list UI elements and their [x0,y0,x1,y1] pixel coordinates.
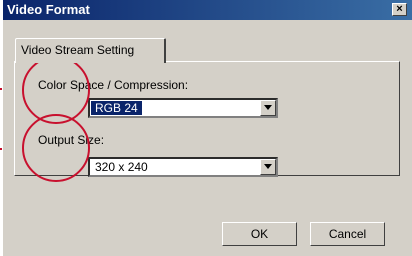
tab-label: Video Stream Setting [21,43,135,57]
color-space-value: RGB 24 [91,101,142,115]
dropdown-button[interactable] [260,159,276,175]
close-button[interactable]: × [392,3,407,16]
dropdown-button[interactable] [260,100,276,116]
dialog-title: Video Format [7,2,90,17]
tab-video-stream-setting[interactable]: Video Stream Setting [15,38,166,63]
output-size-select[interactable]: 320 x 240 [88,157,278,177]
chevron-down-icon [264,164,272,169]
close-icon: × [396,3,403,15]
output-size-value: 320 x 240 [95,160,148,174]
ok-button[interactable]: OK [222,222,297,246]
cancel-button[interactable]: Cancel [310,222,385,246]
highlight-circle-output-size [22,114,90,182]
chevron-down-icon [264,105,272,110]
title-bar[interactable]: Video Format × [3,0,412,20]
color-space-select[interactable]: RGB 24 [88,98,278,118]
